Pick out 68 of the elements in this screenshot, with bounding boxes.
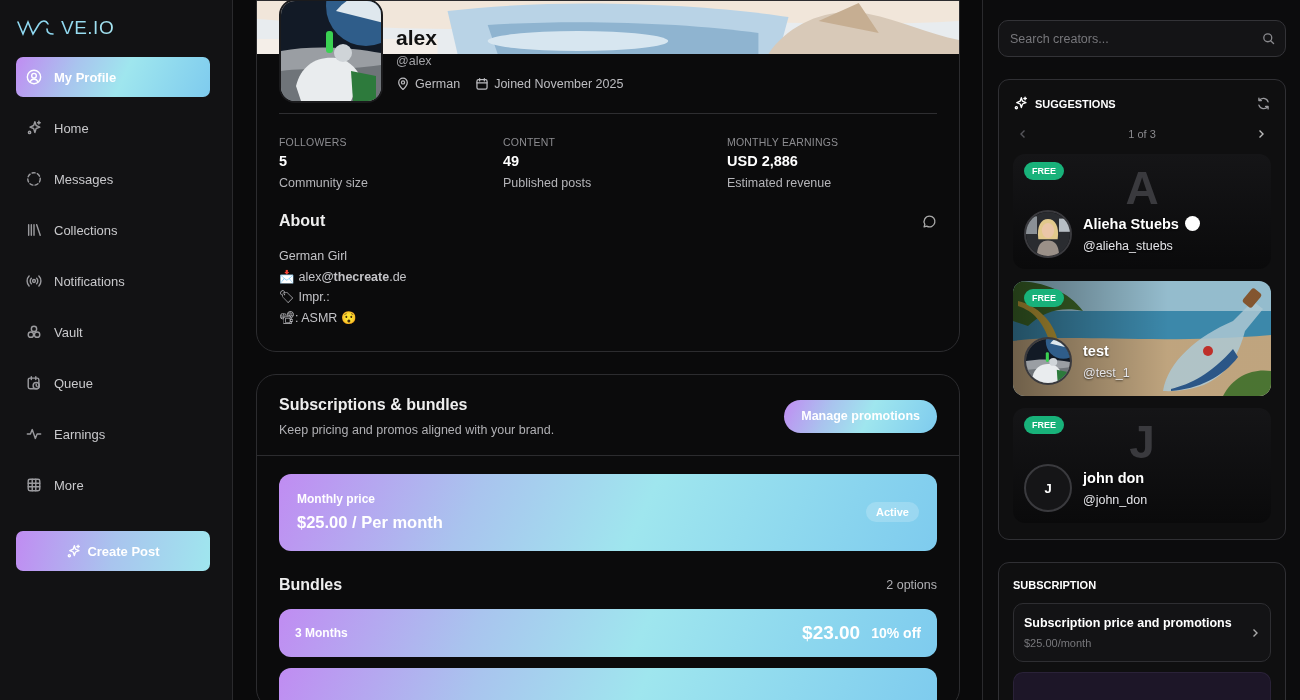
search-field[interactable]: Search creators... (998, 20, 1286, 57)
stat-caption: Estimated revenue (727, 176, 833, 190)
bundle-discount: 10% off (871, 624, 921, 641)
joined-date: Joined November 2025 (494, 77, 624, 91)
calendar-icon (475, 77, 490, 91)
search-icon (1262, 32, 1275, 45)
previous-icon[interactable] (1018, 129, 1028, 139)
stat-caption: Community size (279, 176, 369, 190)
chat-bubble-icon[interactable] (922, 213, 937, 229)
panel-title: SUGGESTIONS (1035, 97, 1117, 110)
bundle-label: 3 Months (295, 625, 349, 640)
stat-value: USD 2,886 (727, 153, 799, 169)
grid-icon (26, 477, 42, 493)
creator-handle: @alieha_stuebs (1083, 238, 1174, 253)
sparkles-icon (1013, 96, 1028, 111)
section-title: Subscriptions & bundles (279, 395, 469, 414)
stat-label: CONTENT (503, 136, 557, 148)
avatar: J (1024, 464, 1072, 512)
profile-handle: @alex (396, 54, 433, 68)
sidebar-item[interactable]: Earnings (16, 414, 210, 454)
panel-title: SUBSCRIPTION (1013, 579, 1098, 591)
books-icon (26, 222, 42, 238)
price-value: $25.00 / Per month (297, 513, 443, 533)
sparkles-icon (66, 543, 82, 559)
subscription-item[interactable]: Subscription price and promotions $25.00/month (1013, 603, 1271, 662)
about-line: 📽: ASMR 😯 (279, 310, 358, 328)
stat-label: MONTHLY EARNINGS (727, 136, 840, 148)
calendar-clock-icon (26, 375, 42, 391)
stat-value: 5 (279, 153, 289, 169)
bundles-count: 2 options (886, 577, 937, 592)
item-title: Subscription price and promotions (1024, 616, 1233, 630)
sidebar-item[interactable]: More (16, 465, 210, 505)
creator-handle: @john_don (1083, 492, 1148, 507)
bundle-price: $23.00 (802, 621, 861, 644)
item-subtitle: $25.00/month (1024, 637, 1093, 649)
location-text: German (415, 77, 461, 91)
stat-label: FOLLOWERS (279, 136, 348, 148)
section-subtitle: Keep pricing and promos aligned with your brand. (279, 422, 555, 437)
chevron-right-icon (1250, 627, 1260, 638)
sidebar-item[interactable]: Notifications (16, 261, 210, 301)
bundles-title: Bundles (279, 575, 343, 594)
about-line: 🏷 Impr.: (279, 289, 331, 307)
sidebar-item[interactable]: Home (16, 108, 210, 148)
about-line: 📩 alex@thecreate.de (279, 268, 408, 286)
sidebar-item[interactable]: Collections (16, 210, 210, 250)
price-label: Monthly price (297, 492, 376, 507)
next-icon[interactable] (1256, 129, 1266, 139)
pager-text: 1 of 3 (1128, 128, 1156, 140)
free-badge: FREE (1024, 162, 1064, 180)
sidebar-item[interactable]: Messages (16, 159, 210, 199)
pulse-icon (26, 426, 42, 442)
location-pin-icon (396, 77, 410, 91)
sparkles-icon (26, 120, 42, 136)
stat-value: 49 (503, 153, 521, 169)
refresh-icon[interactable] (1256, 96, 1271, 111)
sidebar-item[interactable]: Vault (16, 312, 210, 352)
stat-caption: Published posts (503, 176, 593, 190)
sidebar-item[interactable]: Queue (16, 363, 210, 403)
creator-name: john don (1083, 469, 1145, 486)
user-icon (26, 69, 42, 85)
cubes-icon (26, 324, 42, 340)
broadcast-icon (26, 273, 42, 289)
about-title: About (279, 212, 326, 230)
creator-name: Alieha Stuebs (1083, 215, 1179, 232)
free-badge: FREE (1024, 416, 1064, 434)
status-badge: Active (865, 502, 919, 523)
about-line: German Girl (279, 248, 349, 265)
dashed-circle-icon (26, 171, 42, 187)
